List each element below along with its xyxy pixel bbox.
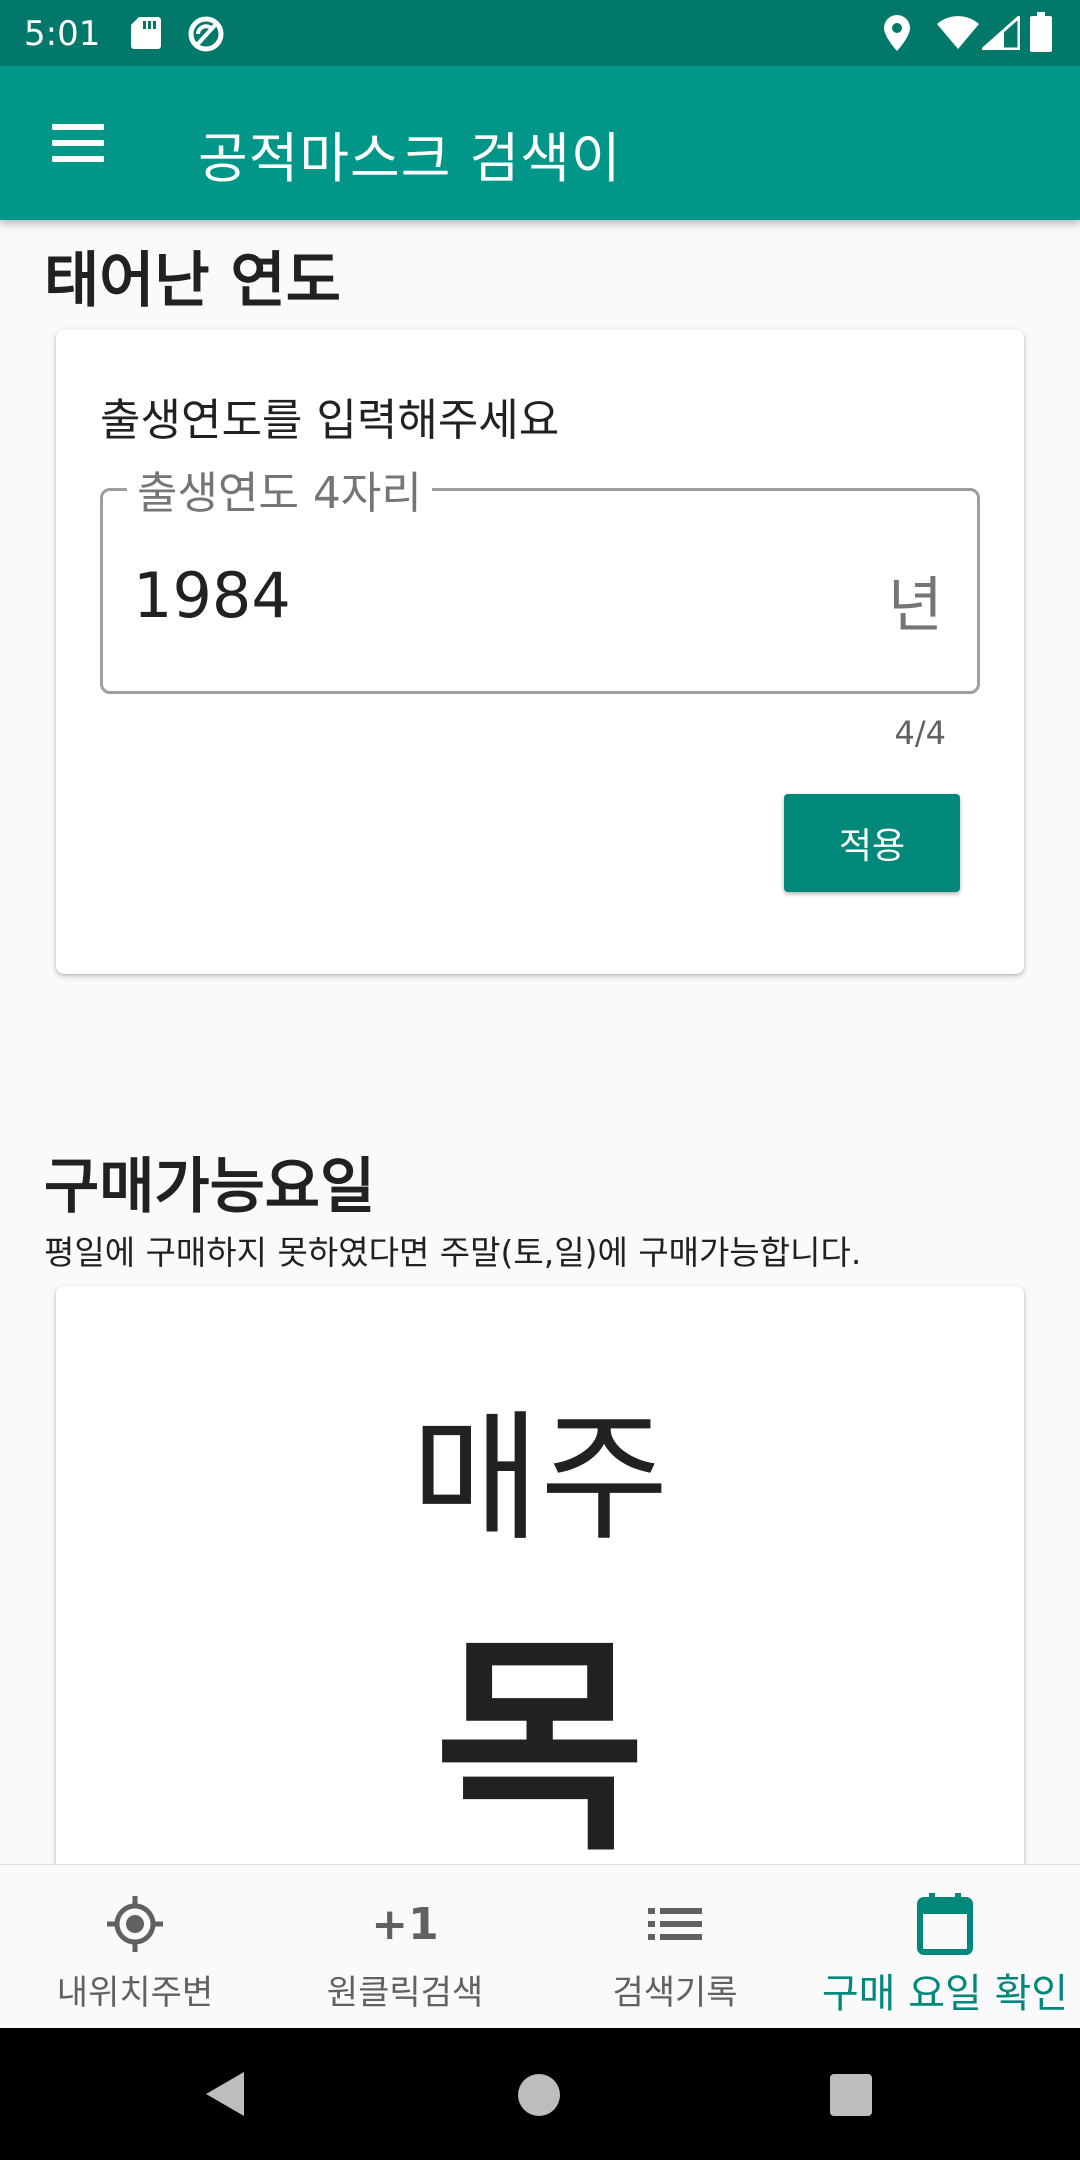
- birth-year-suffix: 년: [887, 571, 943, 641]
- nav-label: 구매 요일 확인: [821, 1971, 1069, 2017]
- birth-year-field-label: 출생연도 4자리: [127, 457, 432, 521]
- sync-icon: [188, 16, 224, 52]
- weekly-label: 매주: [411, 1398, 669, 1561]
- app-bar: 공적마스크 검색이: [0, 66, 1080, 220]
- birth-year-field[interactable]: 출생연도 4자리 1984 년: [100, 457, 980, 694]
- purchase-day-heading: 구매가능요일: [44, 1152, 376, 1222]
- my-location-icon: [107, 1896, 163, 1952]
- calendar-icon: [917, 1893, 973, 1955]
- purchase-day-description: 평일에 구매하지 못하였다면 주말(토,일)에 구매가능합니다.: [44, 1233, 862, 1272]
- system-navigation-bar: [0, 2028, 1080, 2160]
- home-icon[interactable]: [518, 2074, 560, 2116]
- birth-year-card: 출생연도를 입력해주세요 출생연도 4자리 1984 년 4/4 적용: [56, 330, 1024, 974]
- character-counter: 4/4: [894, 714, 947, 752]
- list-icon: [648, 1908, 702, 1940]
- location-icon: [884, 15, 910, 51]
- nav-item-purchase-day[interactable]: 구매 요일 확인: [810, 1865, 1080, 2029]
- plus-one-icon: +1: [371, 1898, 439, 1950]
- sd-card-icon: [131, 17, 161, 49]
- bottom-navigation: 내위치주변 +1 원클릭검색 검색기록 구매 요일 확인: [0, 1864, 1080, 2028]
- birth-year-heading: 태어난 연도: [44, 246, 341, 316]
- recent-apps-icon[interactable]: [830, 2074, 872, 2116]
- purchase-day: 목: [434, 1616, 646, 1883]
- status-time: 5:01: [24, 14, 101, 54]
- back-icon[interactable]: [204, 2070, 246, 2118]
- nav-label: 내위치주변: [56, 1973, 214, 2013]
- nav-label: 원클릭검색: [326, 1973, 484, 2013]
- menu-icon[interactable]: [52, 124, 104, 162]
- apply-button[interactable]: 적용: [784, 794, 960, 892]
- nav-item-my-location[interactable]: 내위치주변: [0, 1865, 270, 2029]
- battery-icon: [1030, 12, 1052, 52]
- status-bar: 5:01: [0, 0, 1080, 66]
- app-title: 공적마스크 검색이: [198, 127, 622, 190]
- nav-item-search-history[interactable]: 검색기록: [540, 1865, 810, 2029]
- signal-icon: [982, 16, 1020, 50]
- birth-year-input[interactable]: 1984: [133, 559, 291, 632]
- wifi-icon: [937, 16, 979, 49]
- birth-year-prompt: 출생연도를 입력해주세요: [100, 395, 560, 446]
- nav-label: 검색기록: [612, 1973, 738, 2013]
- nav-item-one-click-search[interactable]: +1 원클릭검색: [270, 1865, 540, 2029]
